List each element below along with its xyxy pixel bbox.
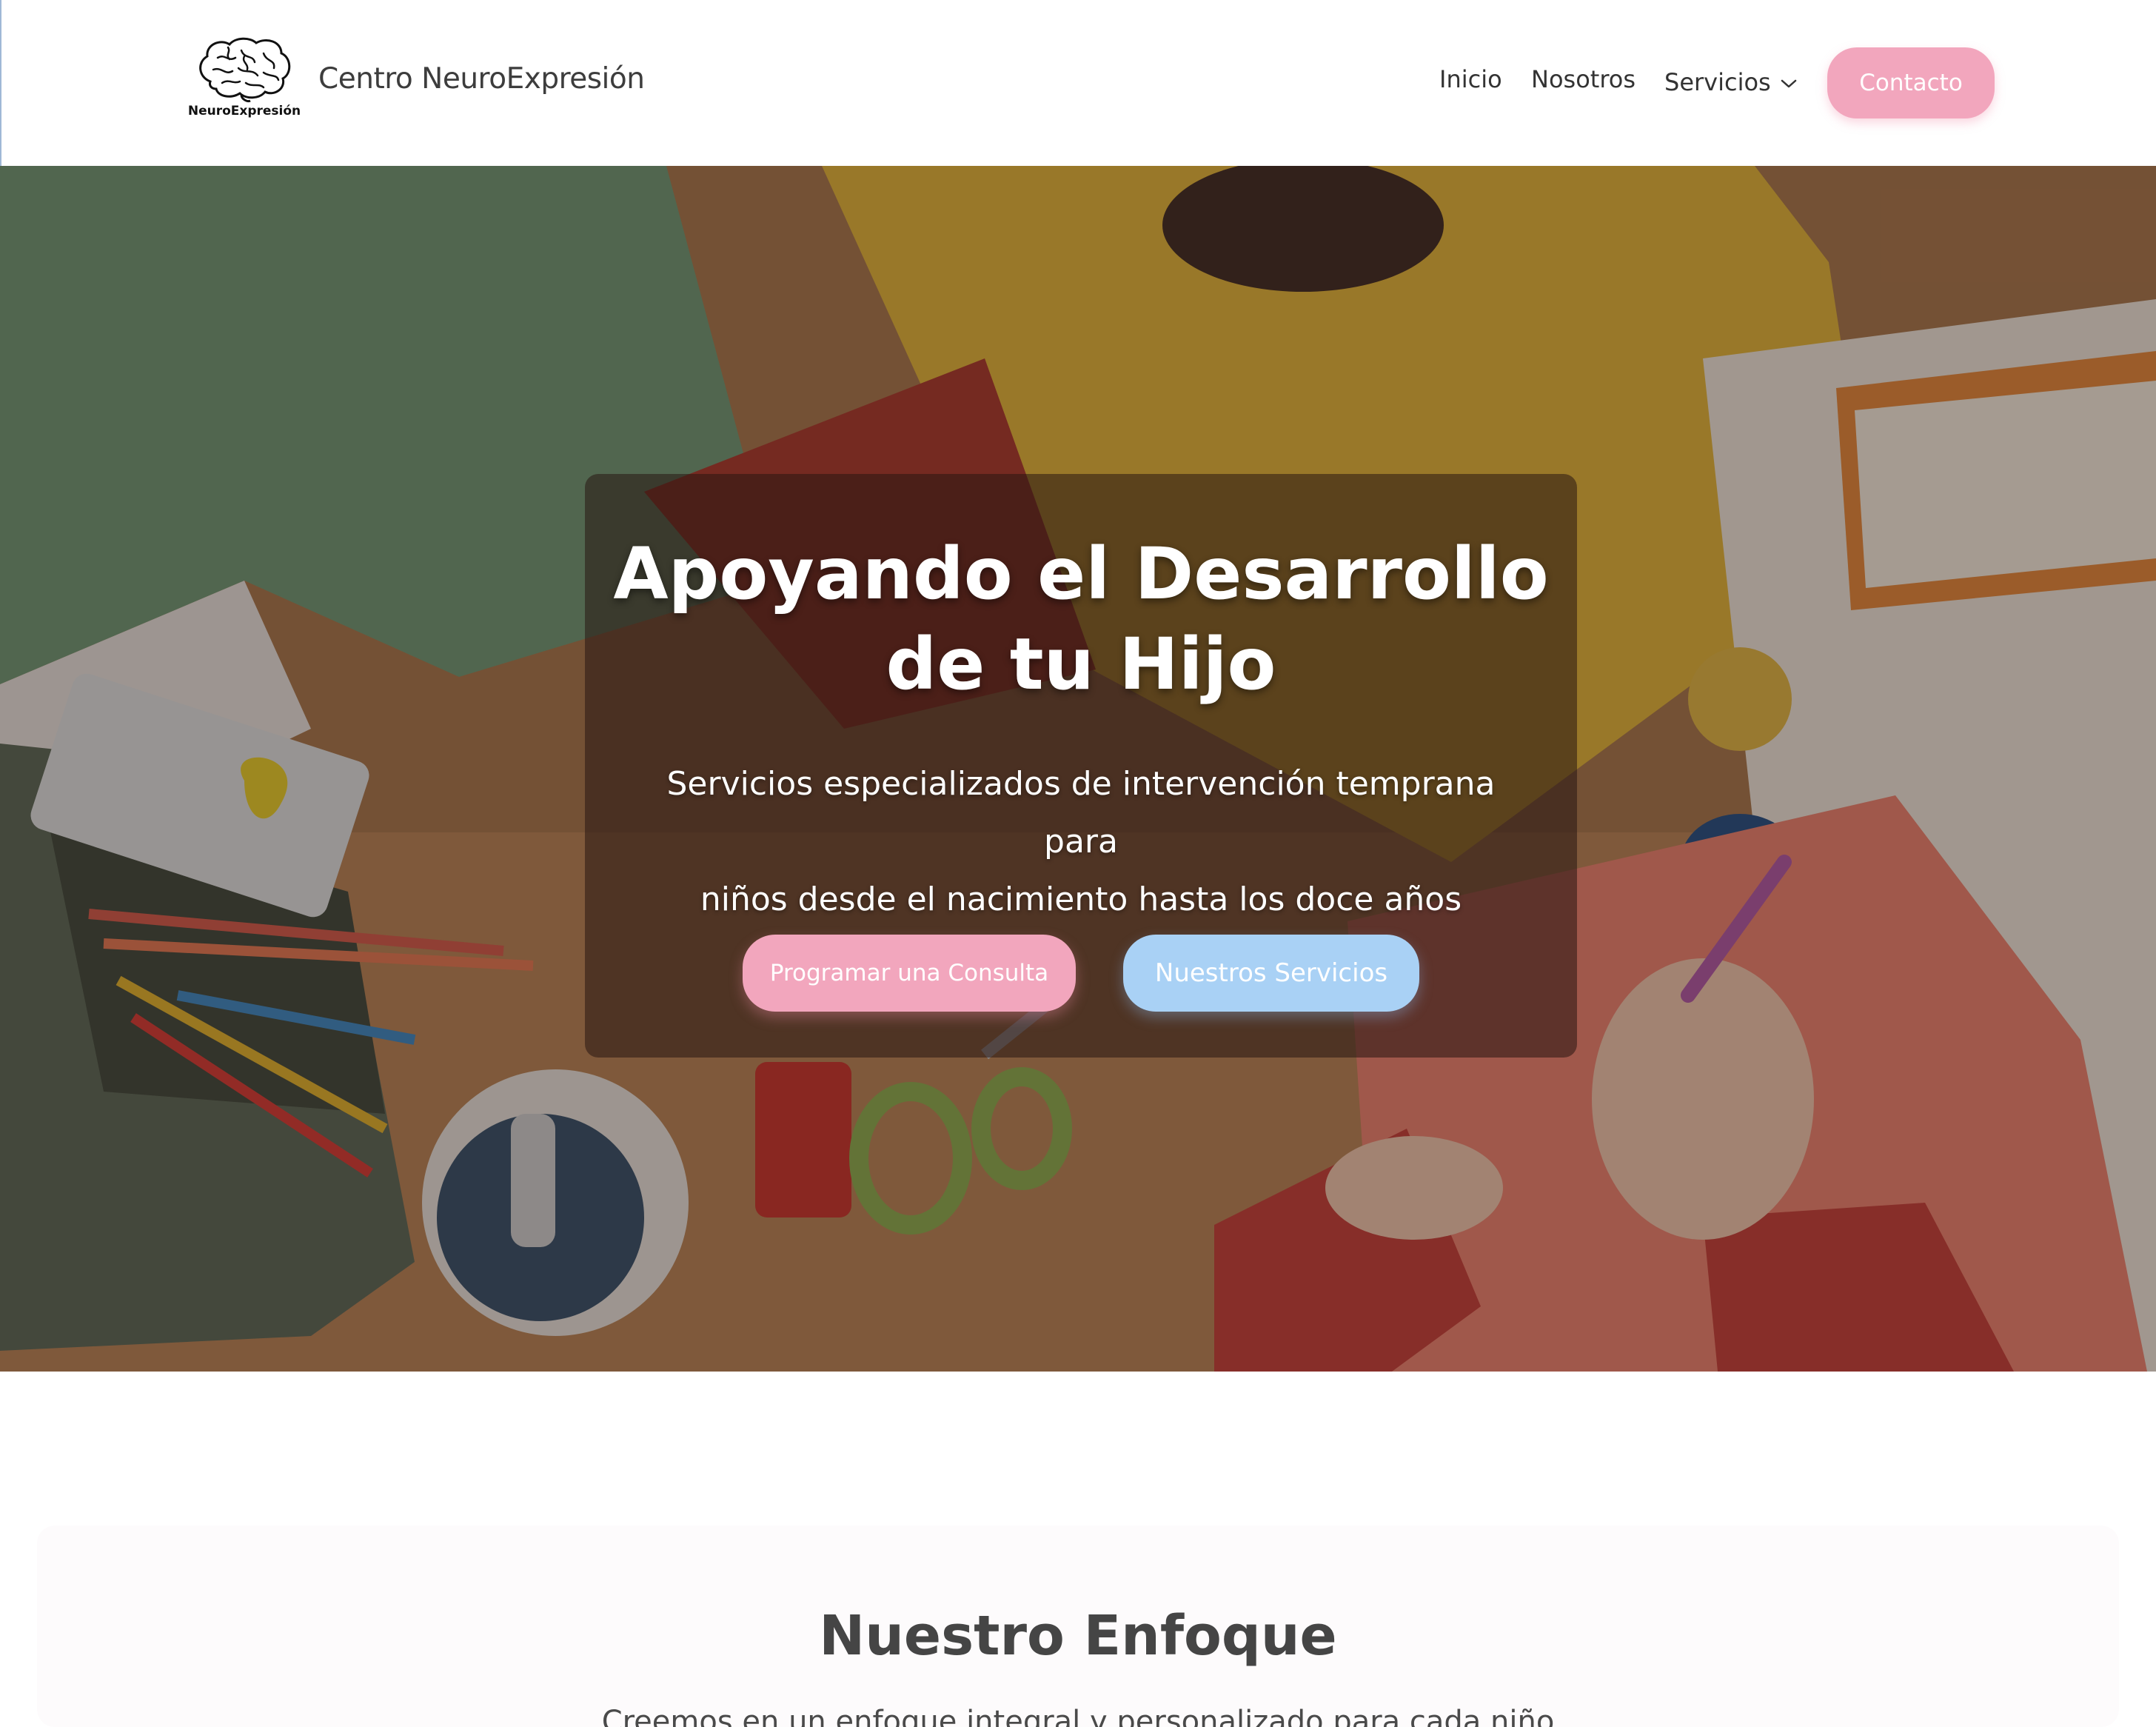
hero-subtitle-line1: Servicios especializados de intervención…	[666, 765, 1496, 861]
hero-section: Apoyando el Desarrollo de tu Hijo Servic…	[0, 166, 2156, 1372]
nav-link-nosotros[interactable]: Nosotros	[1531, 65, 1636, 99]
site-title[interactable]: Centro NeuroExpresión	[318, 62, 645, 96]
hero-title: Apoyando el Desarrollo de tu Hijo	[585, 529, 1577, 709]
contact-button[interactable]: Contacto	[1827, 47, 1995, 118]
schedule-consultation-button[interactable]: Programar una Consulta	[743, 935, 1076, 1012]
brain-icon	[199, 37, 291, 102]
brand-logo[interactable]: NeuroExpresión	[185, 36, 304, 124]
hero-subtitle-line2: niños desde el nacimiento hasta los doce…	[700, 881, 1462, 918]
hero-title-line1: Apoyando el Desarrollo	[613, 532, 1549, 615]
nav-link-servicios[interactable]: Servicios	[1664, 65, 1798, 99]
nav-servicios-label: Servicios	[1664, 68, 1771, 96]
hero-card: Apoyando el Desarrollo de tu Hijo Servic…	[585, 474, 1577, 1058]
logo-caption: NeuroExpresión	[187, 104, 301, 118]
nav-link-inicio[interactable]: Inicio	[1439, 65, 1502, 99]
hero-title-line2: de tu Hijo	[886, 623, 1276, 706]
chevron-down-icon	[1781, 79, 1796, 88]
our-services-button[interactable]: Nuestros Servicios	[1123, 935, 1419, 1012]
hero-subtitle: Servicios especializados de intervención…	[629, 755, 1533, 929]
approach-title: Nuestro Enfoque	[819, 1604, 1337, 1668]
approach-text: Creemos en un enfoque integral y persona…	[601, 1705, 1555, 1727]
site-header: NeuroExpresión Centro NeuroExpresión Ini…	[0, 0, 2156, 166]
